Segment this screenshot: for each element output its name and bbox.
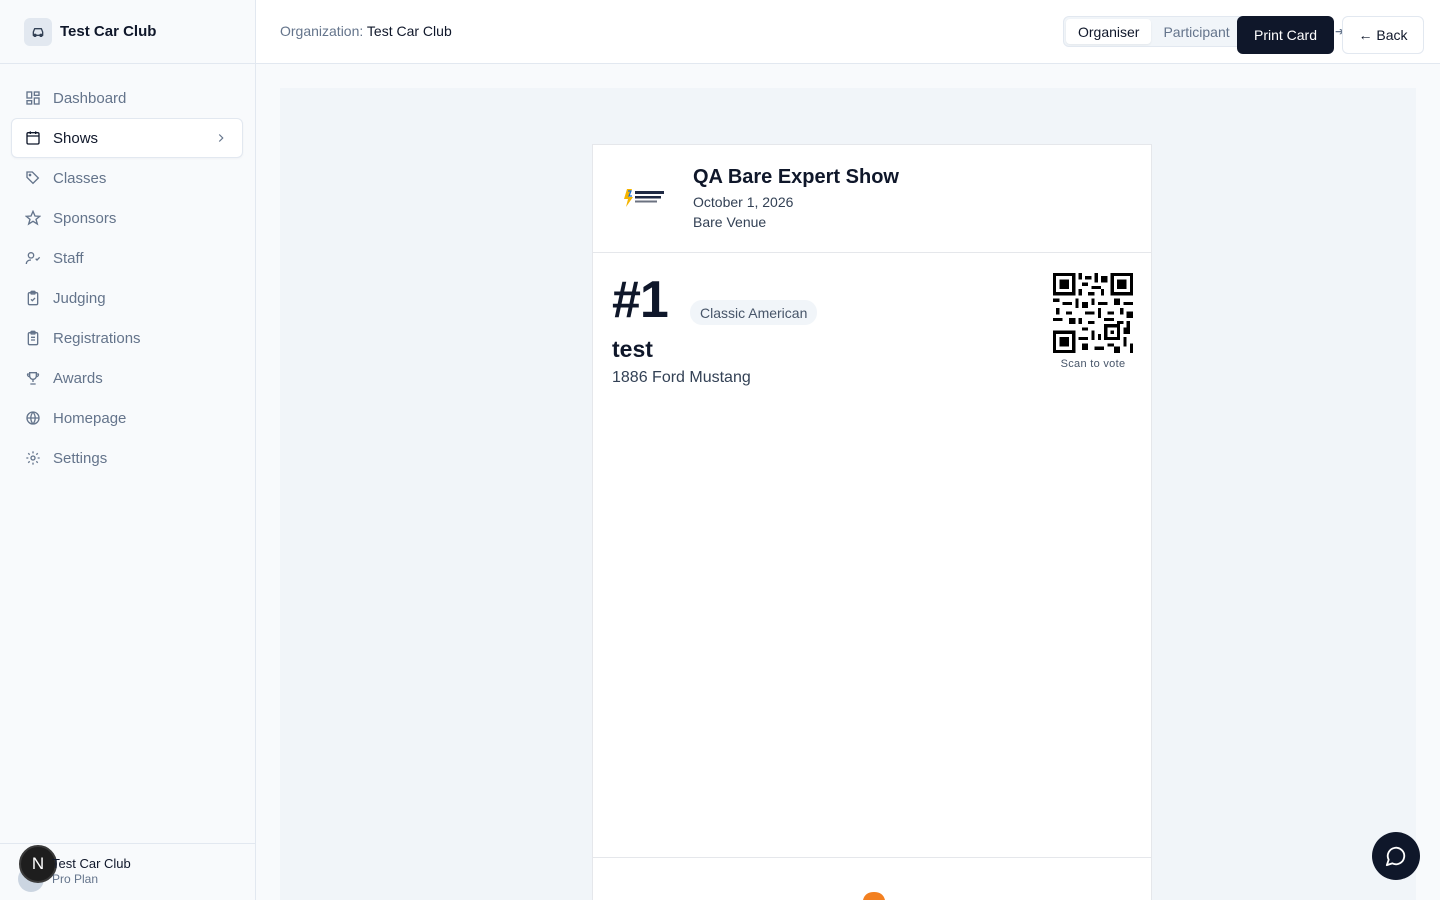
sidebar-item-label: Dashboard xyxy=(53,89,127,107)
sidebar-nav: Dashboard Shows Classes Sponsors Staff J… xyxy=(0,64,255,478)
main-content: QA Bare Expert Show October 1, 2026 Bare… xyxy=(256,64,1440,900)
sidebar-item-label: Settings xyxy=(53,449,108,467)
organization-breadcrumb: Organization: Test Car Club xyxy=(280,23,452,39)
sidebar-org-name[interactable]: Test Car Club xyxy=(60,23,156,40)
star-icon xyxy=(25,210,41,226)
entry-card: QA Bare Expert Show October 1, 2026 Bare… xyxy=(592,144,1152,900)
sponsor-logo xyxy=(624,189,664,207)
sidebar-item-sponsors[interactable]: Sponsors xyxy=(11,198,243,238)
sidebar-item-label: Classes xyxy=(53,169,107,187)
chat-icon xyxy=(1385,846,1406,867)
mode-participant-button[interactable]: Participant xyxy=(1151,19,1241,44)
cloud-icon xyxy=(863,892,885,900)
scan-to-vote-label: Scan to vote xyxy=(1060,358,1126,370)
sidebar-item-judging[interactable]: Judging xyxy=(11,278,243,318)
gear-icon xyxy=(25,450,41,466)
mode-organiser-button[interactable]: Organiser xyxy=(1066,19,1152,44)
sidebar-account[interactable]: N Test Car Club Pro Plan xyxy=(0,843,255,900)
account-org-name: Test Car Club xyxy=(52,856,131,871)
card-preview-area: QA Bare Expert Show October 1, 2026 Bare… xyxy=(280,88,1416,900)
sidebar: Test Car Club Dashboard Shows Classes Sp… xyxy=(0,0,256,900)
sidebar-item-staff[interactable]: Staff xyxy=(11,238,243,278)
tag-icon xyxy=(25,170,41,186)
sidebar-item-shows[interactable]: Shows xyxy=(11,118,243,158)
sidebar-item-homepage[interactable]: Homepage xyxy=(11,398,243,438)
sidebar-item-registrations[interactable]: Registrations xyxy=(11,318,243,358)
sidebar-item-label: Homepage xyxy=(53,409,127,427)
calendar-icon xyxy=(25,130,41,146)
sidebar-item-label: Judging xyxy=(53,289,106,307)
sidebar-item-label: Staff xyxy=(53,249,84,267)
class-badge: Classic American xyxy=(690,300,818,325)
trophy-icon xyxy=(25,370,41,386)
sidebar-item-label: Awards xyxy=(53,369,103,387)
clipboard-check-icon xyxy=(25,290,41,306)
sidebar-header: Test Car Club xyxy=(0,0,255,64)
show-venue: Bare Venue xyxy=(693,214,767,230)
car-number: #1 xyxy=(612,271,669,329)
account-plan: Pro Plan xyxy=(52,872,99,886)
show-title: QA Bare Expert Show xyxy=(693,166,899,188)
top-bar: Organization: Test Car Club Organiser Pa… xyxy=(256,0,1440,64)
clipboard-list-icon xyxy=(25,330,41,346)
chat-button[interactable] xyxy=(1372,832,1420,880)
user-icon xyxy=(25,250,41,266)
sidebar-item-awards[interactable]: Awards xyxy=(11,358,243,398)
sidebar-item-label: Sponsors xyxy=(53,209,117,227)
card-footer xyxy=(593,857,1151,900)
organization-value: Test Car Club xyxy=(366,23,452,39)
dashboard-icon xyxy=(25,90,41,106)
back-button[interactable]: ← Back xyxy=(1342,16,1424,54)
show-date: October 1, 2026 xyxy=(693,194,794,210)
sidebar-item-dashboard[interactable]: Dashboard xyxy=(11,78,243,118)
print-card-button[interactable]: Print Card xyxy=(1237,16,1334,54)
owner-name: test xyxy=(612,336,653,362)
sidebar-item-classes[interactable]: Classes xyxy=(11,158,243,198)
globe-icon xyxy=(25,410,41,426)
sidebar-item-label: Registrations xyxy=(53,329,141,347)
sidebar-item-label: Shows xyxy=(53,129,99,147)
car-description: 1886 Ford Mustang xyxy=(612,369,751,386)
car-icon xyxy=(24,17,52,46)
chevron-right-icon xyxy=(214,131,228,149)
qr-code xyxy=(1053,273,1133,353)
card-header: QA Bare Expert Show October 1, 2026 Bare… xyxy=(593,145,1151,253)
organization-label: Organization: xyxy=(280,23,364,39)
sidebar-item-settings[interactable]: Settings xyxy=(11,438,243,478)
